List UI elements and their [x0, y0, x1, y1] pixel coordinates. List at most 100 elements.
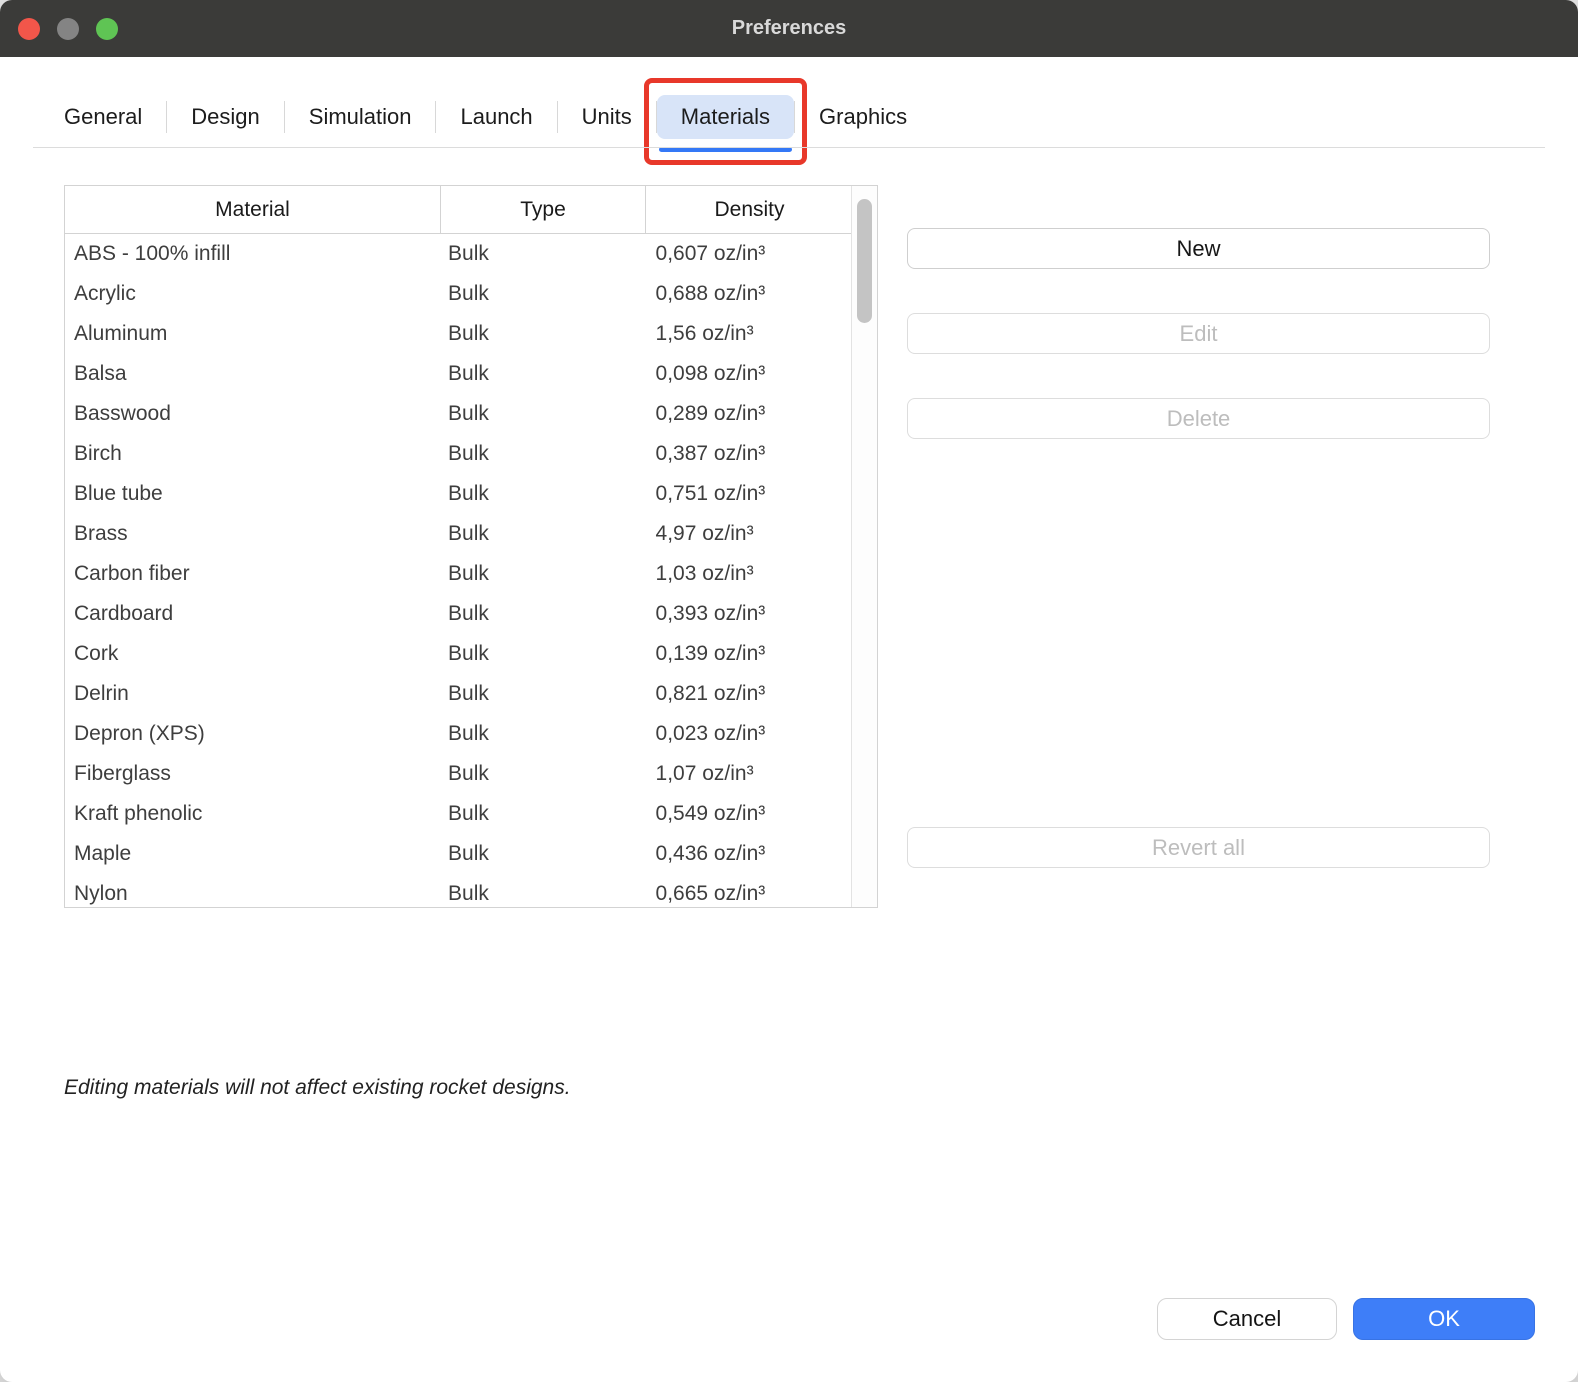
table-body: ABS - 100% infillBulk0,607 oz/in³Acrylic…	[65, 234, 851, 907]
type-cell: Bulk	[440, 562, 644, 586]
materials-table: Material Type Density ABS - 100% infillB…	[64, 185, 878, 908]
table-header: Material Type Density	[65, 186, 877, 234]
type-cell: Bulk	[440, 362, 644, 386]
materials-note: Editing materials will not affect existi…	[64, 1076, 571, 1100]
table-row[interactable]: BirchBulk0,387 oz/in³	[65, 434, 851, 474]
tab-divider-line	[33, 147, 1545, 148]
scrollbar-track[interactable]	[851, 186, 877, 907]
table-row[interactable]: AcrylicBulk0,688 oz/in³	[65, 274, 851, 314]
type-cell: Bulk	[440, 722, 644, 746]
material-cell: Fiberglass	[65, 762, 440, 786]
density-cell: 0,751 oz/in³	[645, 482, 851, 506]
type-cell: Bulk	[440, 482, 644, 506]
zoom-button[interactable]	[96, 18, 118, 40]
edit-button[interactable]: Edit	[907, 313, 1490, 354]
new-button[interactable]: New	[907, 228, 1490, 269]
type-cell: Bulk	[440, 882, 644, 906]
title-bar: Preferences	[0, 0, 1578, 57]
density-cell: 0,821 oz/in³	[645, 682, 851, 706]
tab-materials[interactable]: Materials	[657, 95, 794, 139]
density-cell: 0,688 oz/in³	[645, 282, 851, 306]
material-cell: Maple	[65, 842, 440, 866]
tab-design[interactable]: Design	[167, 95, 283, 139]
density-cell: 0,023 oz/in³	[645, 722, 851, 746]
tab-graphics[interactable]: Graphics	[795, 95, 931, 139]
density-cell: 0,387 oz/in³	[645, 442, 851, 466]
window-title: Preferences	[732, 17, 847, 40]
tab-bar: GeneralDesignSimulationLaunchUnitsMateri…	[40, 95, 931, 139]
table-row[interactable]: NylonBulk0,665 oz/in³	[65, 874, 851, 907]
material-cell: Blue tube	[65, 482, 440, 506]
table-row[interactable]: Depron (XPS)Bulk0,023 oz/in³	[65, 714, 851, 754]
type-cell: Bulk	[440, 522, 644, 546]
scrollbar-thumb[interactable]	[857, 199, 872, 323]
preferences-window: Preferences GeneralDesignSimulationLaunc…	[0, 0, 1578, 1382]
material-cell: Delrin	[65, 682, 440, 706]
type-cell: Bulk	[440, 282, 644, 306]
tab-general[interactable]: General	[40, 95, 166, 139]
table-row[interactable]: BalsaBulk0,098 oz/in³	[65, 354, 851, 394]
table-row[interactable]: CorkBulk0,139 oz/in³	[65, 634, 851, 674]
material-cell: Brass	[65, 522, 440, 546]
table-row[interactable]: FiberglassBulk1,07 oz/in³	[65, 754, 851, 794]
type-cell: Bulk	[440, 642, 644, 666]
table-row[interactable]: BasswoodBulk0,289 oz/in³	[65, 394, 851, 434]
tab-launch[interactable]: Launch	[436, 95, 556, 139]
material-cell: Cork	[65, 642, 440, 666]
table-row[interactable]: MapleBulk0,436 oz/in³	[65, 834, 851, 874]
density-cell: 0,665 oz/in³	[645, 882, 851, 906]
type-cell: Bulk	[440, 802, 644, 826]
column-header-type[interactable]: Type	[441, 186, 646, 233]
tab-units[interactable]: Units	[558, 95, 656, 139]
type-cell: Bulk	[440, 402, 644, 426]
revert-all-button[interactable]: Revert all	[907, 827, 1490, 868]
material-cell: Acrylic	[65, 282, 440, 306]
material-cell: Birch	[65, 442, 440, 466]
density-cell: 4,97 oz/in³	[645, 522, 851, 546]
type-cell: Bulk	[440, 762, 644, 786]
column-header-density[interactable]: Density	[646, 186, 853, 233]
delete-button[interactable]: Delete	[907, 398, 1490, 439]
table-row[interactable]: BrassBulk4,97 oz/in³	[65, 514, 851, 554]
density-cell: 1,07 oz/in³	[645, 762, 851, 786]
type-cell: Bulk	[440, 322, 644, 346]
traffic-lights	[18, 18, 118, 40]
material-cell: Depron (XPS)	[65, 722, 440, 746]
material-cell: Kraft phenolic	[65, 802, 440, 826]
density-cell: 0,549 oz/in³	[645, 802, 851, 826]
table-row[interactable]: AluminumBulk1,56 oz/in³	[65, 314, 851, 354]
material-cell: Aluminum	[65, 322, 440, 346]
material-cell: Balsa	[65, 362, 440, 386]
type-cell: Bulk	[440, 842, 644, 866]
material-cell: Cardboard	[65, 602, 440, 626]
density-cell: 0,607 oz/in³	[645, 242, 851, 266]
table-row[interactable]: ABS - 100% infillBulk0,607 oz/in³	[65, 234, 851, 274]
tab-simulation[interactable]: Simulation	[285, 95, 436, 139]
density-cell: 0,393 oz/in³	[645, 602, 851, 626]
density-cell: 0,436 oz/in³	[645, 842, 851, 866]
density-cell: 1,56 oz/in³	[645, 322, 851, 346]
table-row[interactable]: Blue tubeBulk0,751 oz/in³	[65, 474, 851, 514]
table-row[interactable]: DelrinBulk0,821 oz/in³	[65, 674, 851, 714]
type-cell: Bulk	[440, 442, 644, 466]
density-cell: 0,098 oz/in³	[645, 362, 851, 386]
table-row[interactable]: Carbon fiberBulk1,03 oz/in³	[65, 554, 851, 594]
close-button[interactable]	[18, 18, 40, 40]
material-cell: Carbon fiber	[65, 562, 440, 586]
density-cell: 0,139 oz/in³	[645, 642, 851, 666]
material-cell: ABS - 100% infill	[65, 242, 440, 266]
type-cell: Bulk	[440, 242, 644, 266]
type-cell: Bulk	[440, 602, 644, 626]
minimize-button[interactable]	[57, 18, 79, 40]
material-cell: Nylon	[65, 882, 440, 906]
annotation-highlight-box	[644, 78, 807, 165]
cancel-button[interactable]: Cancel	[1157, 1298, 1337, 1340]
column-header-material[interactable]: Material	[65, 186, 441, 233]
density-cell: 1,03 oz/in³	[645, 562, 851, 586]
type-cell: Bulk	[440, 682, 644, 706]
table-row[interactable]: CardboardBulk0,393 oz/in³	[65, 594, 851, 634]
table-row[interactable]: Kraft phenolicBulk0,549 oz/in³	[65, 794, 851, 834]
ok-button[interactable]: OK	[1353, 1298, 1535, 1340]
side-actions: New Edit Delete Revert all	[907, 228, 1490, 888]
density-cell: 0,289 oz/in³	[645, 402, 851, 426]
